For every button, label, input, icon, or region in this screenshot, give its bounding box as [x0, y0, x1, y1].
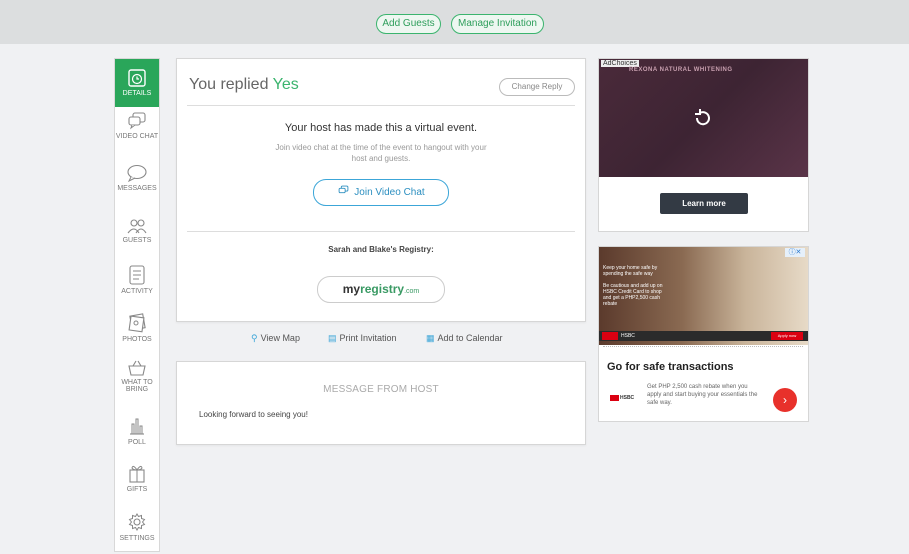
- gear-icon: [128, 513, 146, 531]
- video-chat-icon: [128, 112, 146, 130]
- sidebar-item-video-chat[interactable]: VIDEO CHAT: [115, 111, 159, 157]
- video-chat-icon: [338, 185, 349, 194]
- sidebar-item-label: POLL: [128, 439, 146, 446]
- hsbc-logo: HSBC: [610, 394, 636, 402]
- change-reply-button[interactable]: Change Reply: [499, 78, 575, 96]
- chevron-right-icon[interactable]: ›: [773, 388, 797, 412]
- sidebar-item-label: SETTINGS: [119, 535, 155, 542]
- sidebar-item-label: GIFTS: [126, 486, 148, 493]
- advertisement-rexona[interactable]: AdChoices REXONA NATURAL WHITENING Learn…: [598, 58, 809, 232]
- activity-icon: [129, 265, 145, 285]
- sidebar-item-details[interactable]: DETAILS: [115, 59, 159, 107]
- view-map-link[interactable]: ⚲ View Map: [251, 333, 300, 344]
- gift-icon: [129, 465, 145, 483]
- sidebar-item-what-to-bring[interactable]: WHAT TO BRING: [115, 359, 159, 405]
- sidebar-item-guests[interactable]: GUESTS: [115, 217, 159, 257]
- poll-icon: [130, 418, 144, 435]
- host-message-body: Looking forward to seeing you!: [199, 410, 308, 419]
- sidebar-item-gifts[interactable]: GIFTS: [115, 462, 159, 502]
- rsvp-card: You replied Yes Change Reply Your host h…: [176, 58, 586, 322]
- registry-title: Sarah and Blake's Registry:: [328, 245, 434, 254]
- photos-icon: [128, 313, 146, 333]
- ad-headline[interactable]: Go for safe transactions: [607, 361, 734, 373]
- add-to-calendar-label: Add to Calendar: [437, 333, 503, 343]
- print-icon: ▤: [328, 333, 337, 343]
- print-invitation-link[interactable]: ▤ Print Invitation: [328, 333, 397, 344]
- host-message-title: MESSAGE FROM HOST: [323, 384, 439, 395]
- clock-icon: [128, 69, 146, 87]
- hsbc-logo-icon: [602, 332, 618, 340]
- basket-icon: [128, 360, 146, 376]
- hsbc-hexagon-icon: [610, 394, 619, 401]
- registry-logo-my: my: [342, 282, 361, 296]
- sidebar-item-messages[interactable]: MESSAGES: [115, 163, 159, 207]
- sidebar-item-label: ACTIVITY: [121, 288, 153, 295]
- adchoices-label[interactable]: AdChoices: [601, 60, 639, 67]
- sidebar-item-label: DETAILS: [122, 90, 152, 97]
- divider: [187, 231, 575, 232]
- sidebar-item-photos[interactable]: PHOTOS: [115, 312, 159, 356]
- sidebar-item-label: WHAT TO BRING: [121, 379, 153, 393]
- event-sidebar: DETAILS VIDEO CHAT MESSAGES GUESTS ACTIV…: [114, 58, 160, 552]
- sidebar-item-label: PHOTOS: [122, 336, 152, 343]
- map-pin-icon: ⚲: [251, 333, 258, 343]
- manage-invitation-button[interactable]: Manage Invitation: [451, 14, 544, 34]
- rsvp-status: You replied Yes: [189, 76, 299, 94]
- rsvp-prefix: You replied: [189, 76, 273, 93]
- replay-icon[interactable]: [691, 106, 715, 130]
- ad-description: Get PHP 2,500 cash rebate when you apply…: [647, 384, 758, 406]
- speech-bubble-icon: [127, 164, 147, 183]
- sidebar-item-label: VIDEO CHAT: [115, 133, 159, 140]
- calendar-icon: ▦: [426, 333, 435, 343]
- registry-logo-com: .com: [404, 288, 420, 295]
- add-guests-button[interactable]: Add Guests: [376, 14, 441, 34]
- ad-video[interactable]: AdChoices REXONA NATURAL WHITENING: [599, 59, 808, 177]
- sidebar-item-settings[interactable]: SETTINGS: [115, 511, 159, 551]
- rsvp-answer: Yes: [272, 76, 299, 93]
- advertisement-hsbc[interactable]: Keep your home safe by spending the safe…: [598, 246, 809, 422]
- host-message-card: MESSAGE FROM HOST Looking forward to see…: [176, 361, 586, 445]
- guests-icon: [127, 219, 147, 234]
- apply-now-button[interactable]: Apply now: [771, 332, 803, 340]
- join-video-chat-button[interactable]: Join Video Chat: [313, 179, 449, 206]
- myregistry-button[interactable]: myregistry.com: [317, 276, 445, 303]
- ad-close-icon[interactable]: ⓘ✕: [785, 248, 805, 257]
- ad-image-subtext: Be cautious and add up on HSBC Credit Ca…: [603, 283, 663, 307]
- join-video-chat-label: Join Video Chat: [354, 187, 425, 198]
- sidebar-item-activity[interactable]: ACTIVITY: [115, 264, 159, 308]
- hsbc-label: HSBC: [621, 333, 635, 339]
- add-to-calendar-link[interactable]: ▦ Add to Calendar: [426, 333, 503, 344]
- sidebar-item-poll[interactable]: POLL: [115, 415, 159, 455]
- sidebar-item-label: GUESTS: [122, 237, 152, 244]
- ad-image-text: Keep your home safe by spending the safe…: [603, 265, 658, 277]
- view-map-label: View Map: [260, 333, 300, 343]
- ad-fine-print: [603, 346, 803, 352]
- hsbc-logo-text: HSBC: [620, 395, 635, 401]
- divider: [187, 105, 575, 106]
- print-invitation-label: Print Invitation: [339, 333, 397, 343]
- registry-logo-registry: registry: [360, 282, 405, 296]
- top-action-bar: Add Guests Manage Invitation: [0, 0, 909, 44]
- learn-more-button[interactable]: Learn more: [660, 193, 748, 214]
- virtual-event-description: Join video chat at the time of the event…: [275, 143, 487, 163]
- virtual-event-heading: Your host has made this a virtual event.: [284, 122, 478, 134]
- sidebar-item-label: MESSAGES: [117, 185, 157, 192]
- ad-brand-text: REXONA NATURAL WHITENING: [629, 67, 733, 73]
- ad-image[interactable]: Keep your home safe by spending the safe…: [599, 247, 808, 345]
